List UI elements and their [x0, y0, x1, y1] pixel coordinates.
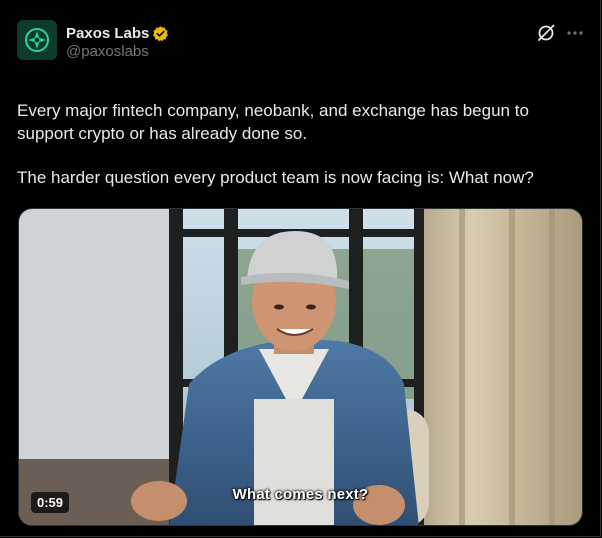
tweet-paragraph: Every major fintech company, neobank, an…: [17, 101, 529, 143]
video-caption: What comes next?: [232, 486, 369, 503]
video-thumbnail: [19, 209, 582, 525]
more-options-icon[interactable]: [564, 22, 586, 44]
author-display-name[interactable]: Paxos Labs: [66, 25, 149, 42]
author-handle[interactable]: @paxoslabs: [66, 43, 149, 60]
video-duration-badge: 0:59: [31, 492, 70, 513]
video-player[interactable]: What comes next? 0:59: [18, 208, 583, 526]
tweet-paragraph: The harder question every product team i…: [17, 168, 534, 187]
verified-badge-icon: [153, 25, 169, 41]
tweet-card: Paxos Labs @paxoslabs Every major fintec…: [0, 0, 601, 537]
grok-icon[interactable]: [535, 22, 557, 44]
author-avatar[interactable]: [17, 20, 57, 60]
author-name-row: Paxos Labs: [66, 24, 169, 42]
paxos-labs-logo-icon: [25, 28, 49, 52]
tweet-text: Every major fintech company, neobank, an…: [17, 100, 587, 212]
